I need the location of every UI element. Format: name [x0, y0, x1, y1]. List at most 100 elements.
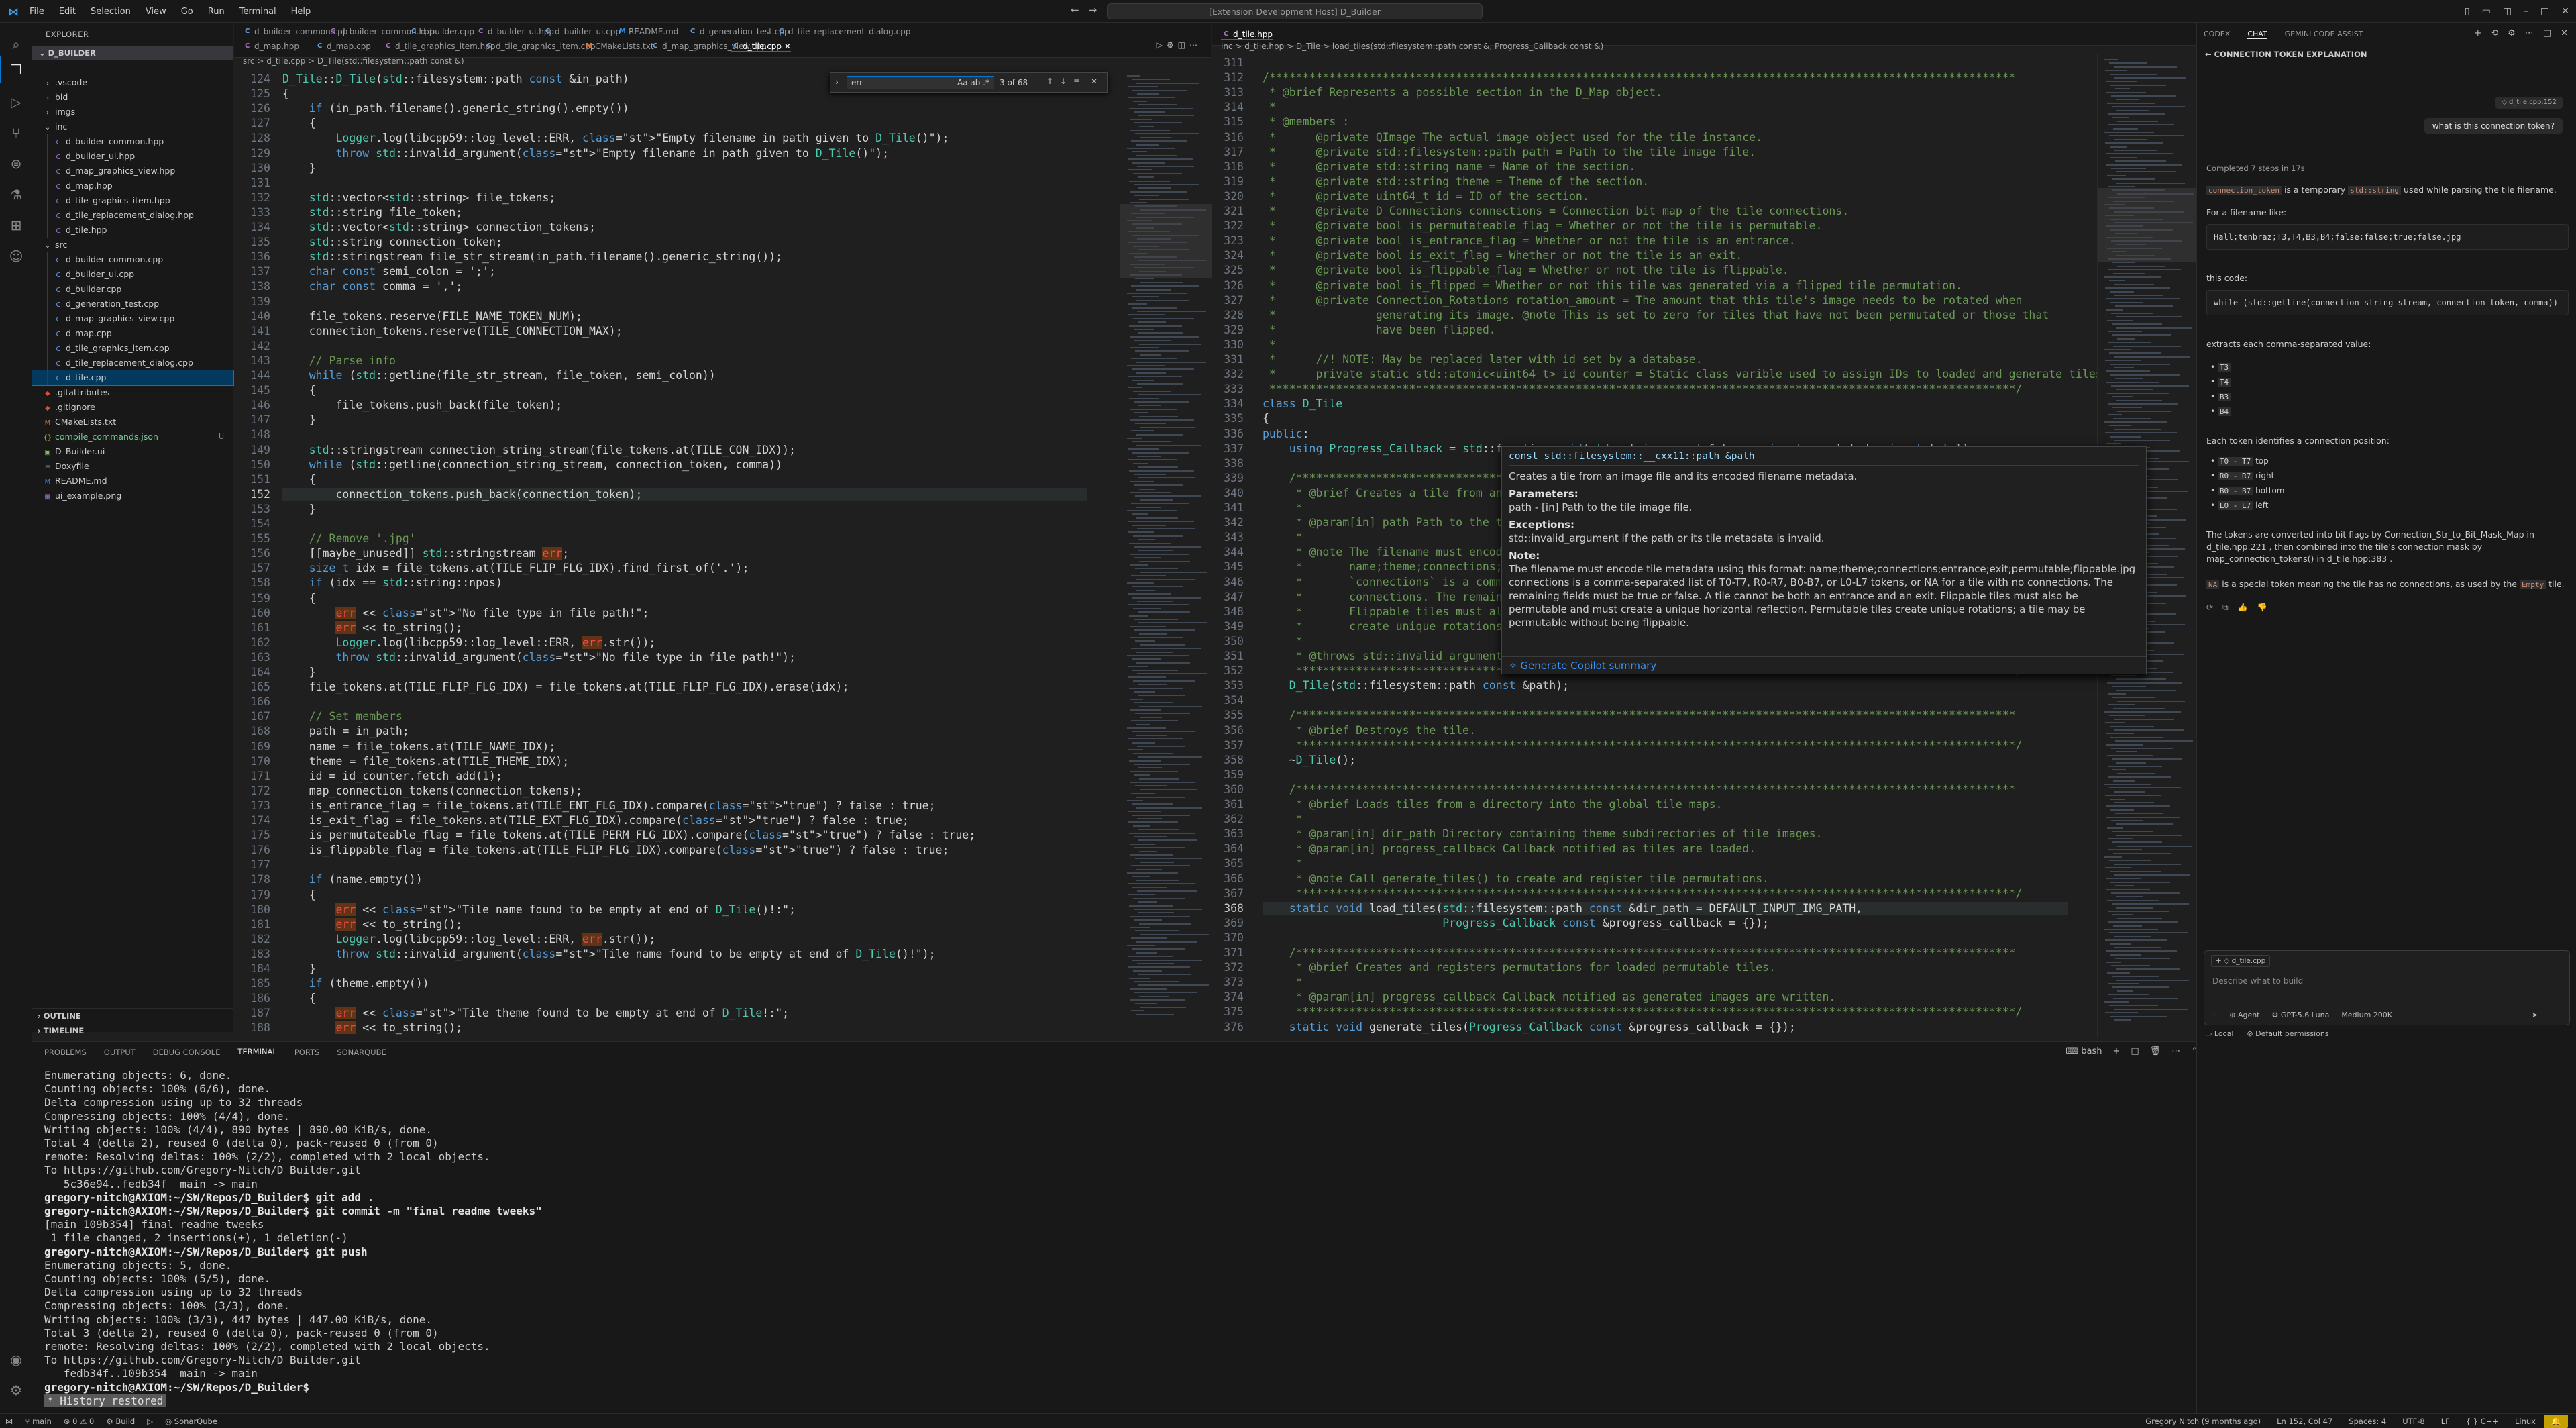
code-line[interactable]: * @members :: [1263, 115, 1349, 128]
line-number[interactable]: 130: [234, 162, 270, 174]
permissions-toggle[interactable]: ⊘ Default permissions: [2247, 1029, 2328, 1038]
editor-tab[interactable]: d_tile_graphics_item.hpp: [383, 40, 495, 52]
effort-picker[interactable]: Medium 200K: [2341, 1011, 2392, 1019]
code-line[interactable]: * @private std::string theme = Theme of …: [1263, 175, 1649, 188]
file-tree-item[interactable]: › imgs: [32, 105, 233, 119]
line-number[interactable]: 178: [234, 873, 270, 886]
editor-tab[interactable]: d_map.cpp: [315, 40, 371, 52]
file-tree-item[interactable]: ⌄ inc: [32, 119, 233, 134]
code-line[interactable]: * @private bool is_flippable_flag = Whet…: [1263, 264, 1789, 276]
line-number[interactable]: 134: [234, 221, 270, 234]
code-line[interactable]: * @private D_Connections connections = C…: [1263, 205, 1849, 217]
code-line[interactable]: err << class="st">"No file type in file …: [282, 606, 649, 619]
branch-indicator[interactable]: ⑂ main: [25, 1417, 52, 1426]
code-line[interactable]: connection_tokens.push_back(connection_t…: [282, 487, 1087, 501]
code-line[interactable]: is_permutateable_flag = file_tokens.at(T…: [282, 829, 975, 842]
code-line[interactable]: }: [282, 666, 316, 678]
line-number[interactable]: 140: [234, 310, 270, 323]
line-number[interactable]: 329: [1212, 323, 1244, 336]
line-number[interactable]: 346: [1212, 576, 1244, 589]
tab-gemini[interactable]: GEMINI CODE ASSIST: [2285, 30, 2363, 39]
line-number[interactable]: 322: [1212, 219, 1244, 232]
code-line[interactable]: {: [282, 888, 316, 901]
line-number[interactable]: 183: [234, 948, 270, 960]
code-line[interactable]: /***************************************…: [1263, 783, 2016, 796]
code-line[interactable]: if (name.empty()): [282, 873, 423, 886]
line-number[interactable]: 348: [1212, 605, 1244, 618]
find-close-icon[interactable]: ✕: [1091, 76, 1097, 86]
copy-icon[interactable]: ⧉: [2222, 603, 2229, 613]
code-line[interactable]: /***************************************…: [1263, 709, 2016, 721]
line-number[interactable]: 341: [1212, 501, 1244, 514]
file-tree-item[interactable]: Cd_tile.cpp: [32, 370, 234, 386]
code-line[interactable]: file_tokens.at(TILE_FLIP_FLG_IDX) = file…: [282, 680, 849, 693]
line-number[interactable]: 313: [1212, 86, 1244, 99]
line-number[interactable]: 345: [1212, 560, 1244, 573]
code-line[interactable]: * @brief Creates and registers permutati…: [1263, 961, 1776, 974]
file-tree-item[interactable]: › bld: [32, 90, 233, 105]
code-line[interactable]: static void load_tiles(std::filesystem::…: [1263, 901, 2068, 915]
testing-icon[interactable]: ⚗: [8, 187, 24, 203]
line-number[interactable]: 133: [234, 206, 270, 219]
line-number[interactable]: 129: [234, 147, 270, 160]
code-line[interactable]: ****************************************…: [1263, 382, 2023, 395]
line-number[interactable]: 334: [1212, 397, 1244, 410]
code-line[interactable]: * @private uint64_t id = ID of the secti…: [1263, 190, 1589, 203]
line-number[interactable]: 157: [234, 562, 270, 574]
line-number[interactable]: 142: [234, 340, 270, 352]
line-number[interactable]: 316: [1212, 131, 1244, 144]
line-number[interactable]: 358: [1212, 754, 1244, 766]
git-blame[interactable]: Gregory Nitch (9 months ago): [2145, 1417, 2261, 1426]
find-toggle-icon[interactable]: ›: [835, 77, 839, 87]
model-picker[interactable]: ⚙ GPT-5.6 Luna: [2272, 1011, 2330, 1019]
line-number[interactable]: 176: [234, 844, 270, 856]
editor-tab[interactable]: d_map.hpp: [242, 40, 299, 52]
line-number[interactable]: 145: [234, 384, 270, 397]
code-line[interactable]: is_flippable_flag = file_tokens.at(TILE_…: [282, 844, 949, 856]
line-number[interactable]: 368: [1212, 902, 1244, 915]
code-line[interactable]: file_tokens.reserve(FILE_NAME_TOKEN_NUM)…: [282, 310, 582, 323]
code-line[interactable]: std::string connection_token;: [282, 236, 502, 248]
chat-settings-icon[interactable]: ⚙: [2508, 28, 2516, 38]
layout-sidebar-icon[interactable]: ▯: [2465, 6, 2470, 17]
code-line[interactable]: while (std::getline(file_str_stream, fil…: [282, 369, 716, 382]
retry-icon[interactable]: ⟳: [2206, 603, 2213, 613]
minimap-slider[interactable]: [2098, 188, 2197, 262]
language-mode[interactable]: { } C++: [2466, 1417, 2499, 1426]
code-line[interactable]: err << class="st">"Tile name found to be…: [282, 903, 796, 916]
code-line[interactable]: }: [282, 162, 316, 174]
find-options[interactable]: Aa ab .*: [957, 76, 989, 89]
line-number[interactable]: 361: [1212, 798, 1244, 811]
line-number[interactable]: 131: [234, 176, 270, 189]
code-line[interactable]: std::stringstream connection_string_stre…: [282, 444, 796, 456]
line-number[interactable]: 335: [1212, 412, 1244, 425]
line-number[interactable]: 150: [234, 458, 270, 471]
code-line[interactable]: {: [282, 592, 316, 605]
thumbs-down-icon[interactable]: 👎: [2257, 603, 2267, 613]
line-number[interactable]: 323: [1212, 234, 1244, 247]
line-number[interactable]: 186: [234, 992, 270, 1005]
code-line[interactable]: * @private QImage The actual image objec…: [1263, 131, 1762, 144]
line-number[interactable]: 162: [234, 636, 270, 649]
command-center[interactable]: [Extension Development Host] D_Builder: [1107, 3, 1483, 19]
outline-section[interactable]: › OUTLINE: [32, 1008, 233, 1023]
steps-completed[interactable]: Completed 7 steps in 17s: [2206, 162, 2569, 174]
line-number[interactable]: 172: [234, 784, 270, 797]
code-line[interactable]: static void generate_tiles(Progress_Call…: [1263, 1021, 1796, 1033]
chat-input[interactable]: + ◇ d_tile.cpp Describe what to build + …: [2204, 950, 2570, 1025]
line-number[interactable]: 364: [1212, 842, 1244, 855]
line-number[interactable]: 363: [1212, 827, 1244, 840]
code-line[interactable]: while (std::getline(connection_string_st…: [282, 458, 782, 471]
line-number[interactable]: 189: [234, 1037, 270, 1038]
menu-help[interactable]: Help: [291, 7, 311, 17]
code-line[interactable]: * @private std::string name = Name of th…: [1263, 160, 1635, 173]
tab-debug-console[interactable]: DEBUG CONSOLE: [153, 1048, 221, 1057]
line-number[interactable]: 344: [1212, 546, 1244, 558]
line-number[interactable]: 342: [1212, 516, 1244, 529]
line-number[interactable]: 331: [1212, 353, 1244, 366]
line-number[interactable]: 135: [234, 236, 270, 248]
left-minimap[interactable]: [1120, 70, 1212, 1037]
line-number[interactable]: 147: [234, 413, 270, 426]
file-tree-item[interactable]: ≡ Doxyfile: [32, 459, 233, 474]
editor-tab[interactable]: d_tile_replacement_dialog.cpp: [776, 26, 910, 38]
